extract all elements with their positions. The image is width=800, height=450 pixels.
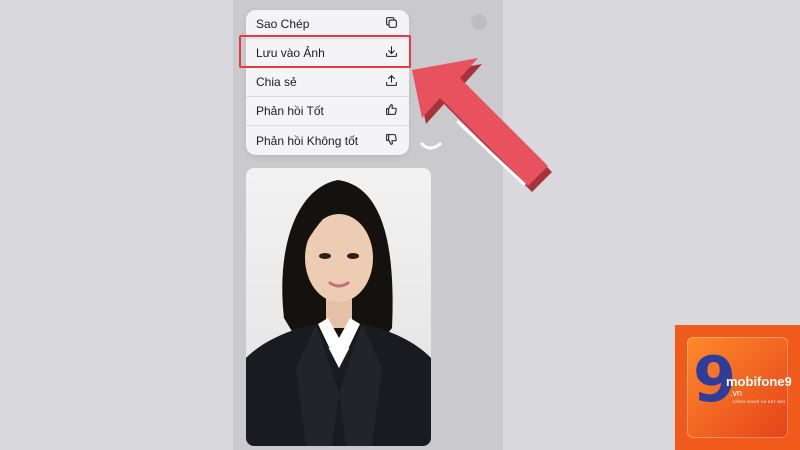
thumbs-down-icon [385,133,398,149]
more-dot-icon [471,14,487,30]
logo-tile: 9 mobifone9 .vn CÔNG NGHỆ VÀ KẾT NỐI [687,337,792,438]
mobifone9-logo: 9 mobifone9 .vn CÔNG NGHỆ VÀ KẾT NỐI [675,325,800,450]
highlight-box [239,35,411,68]
share-icon [385,74,398,90]
menu-item-label: Chia sẻ [256,75,297,89]
menu-item-share[interactable]: Chia sẻ [246,68,409,97]
logo-tagline: CÔNG NGHỆ VÀ KẾT NỐI [733,399,786,404]
menu-item-label: Sao Chép [256,17,310,31]
menu-item-label: Phản hồi Không tốt [256,133,359,148]
logo-domain-text: .vn [730,388,743,398]
menu-item-bad-feedback[interactable]: Phản hồi Không tốt [246,126,409,155]
menu-item-label: Phản hồi Tốt [256,104,324,118]
portrait-photo[interactable] [246,168,431,446]
context-menu: Sao Chép Lưu vào Ảnh Chia sẻ Phản hồi Tố… [246,10,409,155]
menu-item-good-feedback[interactable]: Phản hồi Tốt [246,97,409,126]
thumbs-up-icon [385,103,398,119]
copy-icon [385,16,398,32]
logo-brand-text: mobifone9 [726,374,792,389]
